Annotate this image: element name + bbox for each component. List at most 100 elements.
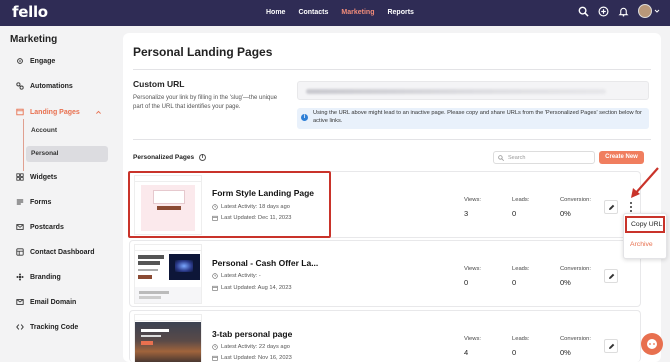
search-input[interactable]: Search bbox=[493, 151, 595, 164]
sidebar-item-label: Engage bbox=[30, 57, 56, 65]
code-icon bbox=[16, 324, 24, 330]
leads-value: 0 bbox=[512, 348, 517, 357]
edit-button[interactable] bbox=[604, 339, 618, 353]
page-title[interactable]: 3-tab personal page bbox=[212, 329, 292, 339]
sidebar-item-label: Email Domain bbox=[30, 298, 77, 306]
sidebar-item-branding[interactable]: Branding bbox=[16, 273, 61, 281]
branding-icon bbox=[16, 273, 24, 281]
edit-button[interactable] bbox=[604, 269, 618, 283]
sidebar-item-label: Landing Pages bbox=[30, 108, 80, 116]
table-row[interactable]: 3-tab personal page Latest Activity: 22 … bbox=[129, 310, 641, 362]
sidebar-subitem-personal[interactable]: Personal bbox=[26, 146, 108, 162]
form-icon bbox=[16, 199, 24, 205]
search-icon bbox=[498, 155, 504, 161]
sidebar-item-email-domain[interactable]: Email Domain bbox=[16, 298, 76, 306]
sidebar-item-label: Widgets bbox=[30, 173, 58, 181]
sidebar-item-forms[interactable]: Forms bbox=[16, 198, 51, 206]
highlight-box bbox=[128, 171, 331, 238]
sidebar-item-label: Branding bbox=[30, 273, 61, 281]
create-new-button[interactable]: Create New bbox=[599, 151, 644, 164]
custom-url-title: Custom URL bbox=[133, 79, 185, 89]
calendar-icon bbox=[212, 285, 218, 291]
chat-button[interactable] bbox=[641, 333, 663, 355]
views-label: Views: bbox=[464, 197, 481, 203]
chevron-up-icon[interactable] bbox=[95, 109, 102, 116]
custom-url-field[interactable] bbox=[297, 81, 649, 100]
sidebar-item-label: Contact Dashboard bbox=[30, 248, 95, 256]
sidebar-item-label: Tracking Code bbox=[30, 323, 79, 331]
latest-activity: Latest Activity: - bbox=[212, 273, 261, 279]
info-icon[interactable]: i bbox=[199, 154, 207, 161]
copy-url-menu-item[interactable]: Copy URL bbox=[625, 216, 665, 233]
conversion-label: Conversion: bbox=[560, 266, 591, 272]
sidebar-item-postcards[interactable]: Postcards bbox=[16, 223, 64, 231]
main-nav: Home Contacts Marketing Reports bbox=[266, 9, 427, 16]
nav-marketing[interactable]: Marketing bbox=[341, 9, 374, 16]
views-value: 4 bbox=[464, 348, 469, 357]
edit-button[interactable] bbox=[604, 200, 618, 214]
sidebar-item-engage[interactable]: Engage bbox=[16, 57, 55, 65]
subnav-line bbox=[23, 119, 24, 171]
leads-value: 0 bbox=[512, 278, 517, 287]
email-icon bbox=[16, 299, 24, 305]
updated-text: Last Updated: Aug 14, 2023 bbox=[221, 285, 292, 291]
page-title: Personal Landing Pages bbox=[133, 45, 273, 59]
table-row[interactable]: Personal - Cash Offer La... Latest Activ… bbox=[129, 240, 641, 307]
search-placeholder: Search bbox=[508, 155, 526, 161]
sidebar-item-tracking-code[interactable]: Tracking Code bbox=[16, 323, 78, 331]
nav-contacts[interactable]: Contacts bbox=[298, 9, 328, 16]
conversion-label: Conversion: bbox=[560, 197, 591, 203]
sidebar-item-automations[interactable]: Automations bbox=[16, 82, 73, 90]
sidebar-title: Marketing bbox=[10, 34, 58, 45]
avatar[interactable] bbox=[638, 4, 652, 18]
page-thumbnail[interactable] bbox=[134, 244, 202, 304]
plus-circle-icon[interactable] bbox=[598, 6, 609, 17]
leads-label: Leads: bbox=[512, 266, 530, 272]
sidebar-item-label: Forms bbox=[30, 198, 52, 206]
gear-icon bbox=[17, 58, 23, 64]
clock-icon bbox=[212, 273, 218, 279]
divider bbox=[133, 139, 651, 140]
conversion-value: 0% bbox=[560, 209, 571, 218]
top-icons bbox=[578, 4, 660, 18]
widget-icon bbox=[16, 173, 24, 181]
sidebar-item-landing-pages[interactable]: Landing Pages bbox=[16, 108, 102, 116]
sidebar-item-contact-dashboard[interactable]: Contact Dashboard bbox=[16, 248, 95, 256]
sidebar-item-widgets[interactable]: Widgets bbox=[16, 173, 57, 181]
automation-icon bbox=[16, 82, 24, 90]
last-updated: Last Updated: Aug 14, 2023 bbox=[212, 285, 292, 291]
postcard-icon bbox=[16, 224, 24, 230]
sidebar-item-label: Automations bbox=[30, 82, 73, 90]
user-menu[interactable] bbox=[638, 4, 660, 18]
chevron-down-icon[interactable] bbox=[654, 8, 660, 14]
leads-label: Leads: bbox=[512, 336, 530, 342]
nav-home[interactable]: Home bbox=[266, 9, 285, 16]
bell-icon[interactable] bbox=[618, 6, 629, 17]
landing-page-icon bbox=[16, 108, 24, 116]
views-label: Views: bbox=[464, 266, 481, 272]
archive-menu-item[interactable]: Archive bbox=[630, 241, 653, 248]
clock-icon bbox=[212, 344, 218, 350]
info-icon: i bbox=[301, 114, 308, 121]
conversion-value: 0% bbox=[560, 278, 571, 287]
sidebar-subitem-account[interactable]: Account bbox=[26, 123, 108, 139]
dashboard-icon bbox=[16, 248, 24, 256]
calendar-icon bbox=[212, 355, 218, 361]
top-navbar: fello Home Contacts Marketing Reports bbox=[0, 0, 670, 26]
page-title[interactable]: Personal - Cash Offer La... bbox=[212, 258, 318, 268]
fello-logo[interactable]: fello bbox=[12, 3, 48, 21]
views-value: 0 bbox=[464, 278, 469, 287]
page-thumbnail[interactable] bbox=[134, 314, 202, 362]
search-icon[interactable] bbox=[578, 6, 589, 17]
leads-label: Leads: bbox=[512, 197, 530, 203]
conversion-label: Conversion: bbox=[560, 336, 591, 342]
sidebar-item-label: Postcards bbox=[30, 223, 64, 231]
views-label: Views: bbox=[464, 336, 481, 342]
nav-reports[interactable]: Reports bbox=[387, 9, 413, 16]
activity-text: Latest Activity: - bbox=[221, 273, 261, 279]
info-banner: i Using the URL above might lead to an i… bbox=[297, 108, 649, 129]
pencil-icon bbox=[609, 343, 615, 349]
divider bbox=[133, 69, 651, 70]
more-options-menu: Copy URL Archive bbox=[623, 213, 667, 259]
sidebar: Marketing Engage Automations Landing Pag… bbox=[0, 26, 120, 362]
